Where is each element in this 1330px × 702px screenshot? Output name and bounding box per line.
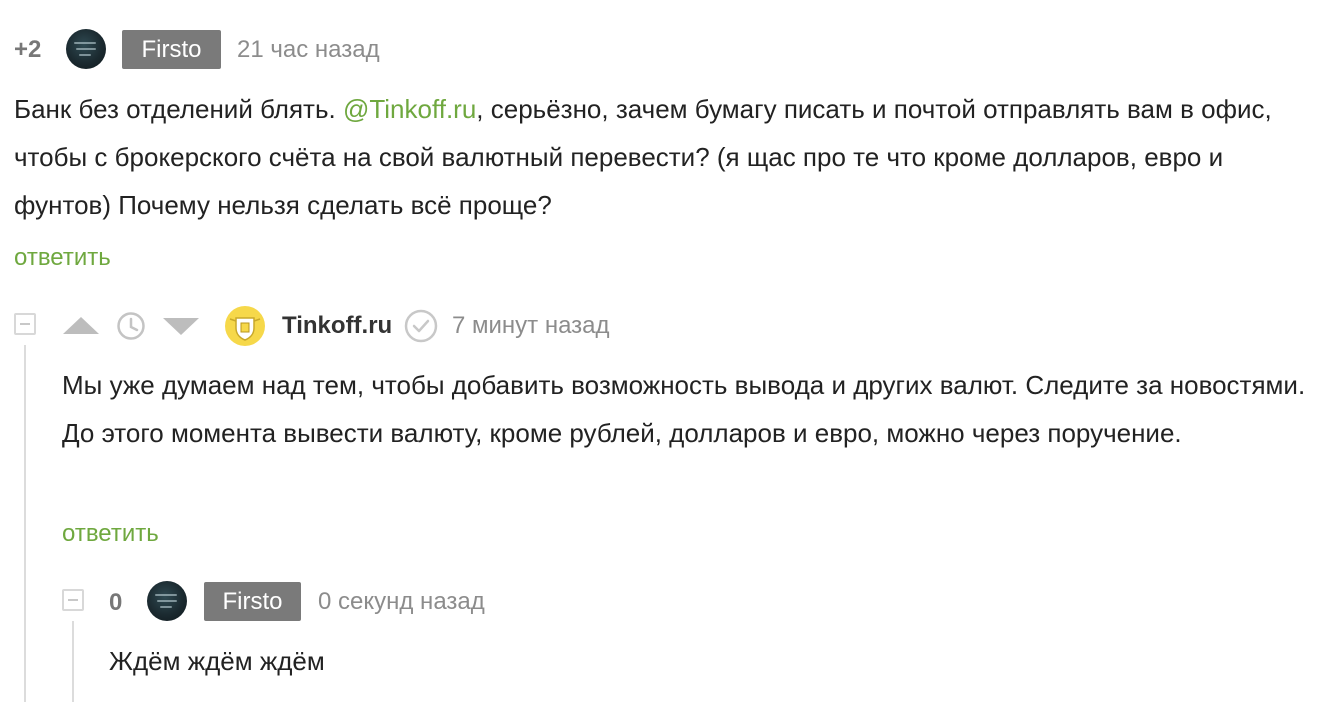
author-badge[interactable]: Firsto xyxy=(122,30,221,69)
avatar[interactable] xyxy=(66,29,106,69)
collapse-thread-button[interactable] xyxy=(62,589,84,611)
avatar[interactable] xyxy=(147,581,187,621)
author-name[interactable]: Tinkoff.ru xyxy=(282,312,392,340)
downvote-icon[interactable] xyxy=(162,314,200,338)
comment-body: Ждём ждём ждём xyxy=(109,646,325,676)
comment-body: Мы уже думаем над тем, чтобы добавить во… xyxy=(62,370,1306,448)
collapse-thread-button[interactable] xyxy=(14,313,36,335)
comment-body: Банк без отделений блять. @Tinkoff.ru, с… xyxy=(14,85,1314,229)
clock-icon xyxy=(117,312,145,340)
comment-rating: +2 xyxy=(14,36,42,63)
user-mention-link[interactable]: @Tinkoff.ru xyxy=(343,94,476,124)
comment-timestamp[interactable]: 21 час назад xyxy=(237,36,380,64)
reply-button[interactable]: ответить xyxy=(14,244,111,272)
comment-timestamp[interactable]: 7 минут назад xyxy=(452,312,610,340)
thread-line[interactable] xyxy=(72,621,74,702)
reply-button[interactable]: ответить xyxy=(62,520,159,548)
comment-text: Банк без отделений блять. xyxy=(14,94,343,124)
author-badge[interactable]: Firsto xyxy=(204,582,301,621)
verified-check-icon xyxy=(404,309,438,343)
comment-timestamp[interactable]: 0 секунд назад xyxy=(318,588,485,616)
thread-line[interactable] xyxy=(24,345,26,702)
upvote-icon[interactable] xyxy=(62,314,100,338)
comment-rating: 0 xyxy=(109,589,123,616)
tinkoff-logo-icon[interactable] xyxy=(224,305,266,347)
